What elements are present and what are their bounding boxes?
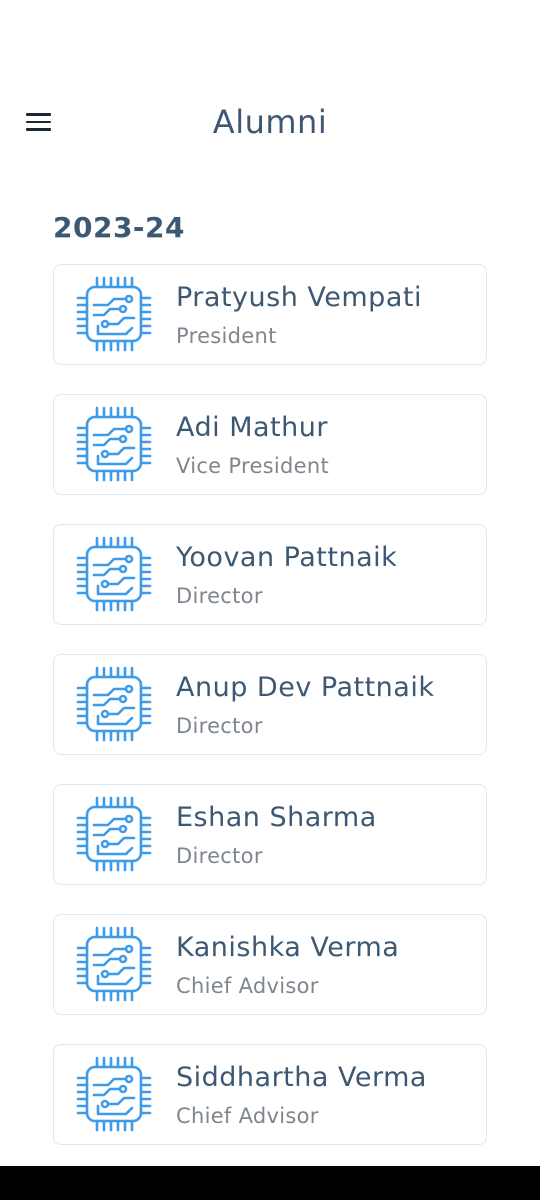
alumni-role: Vice President <box>176 454 330 478</box>
alumni-role: Chief Advisor <box>176 1104 319 1128</box>
alumni-card[interactable]: Adi Mathur Vice President <box>53 394 487 495</box>
circuit-chip-icon <box>74 274 154 354</box>
circuit-chip-icon <box>74 794 154 874</box>
circuit-chip-icon <box>74 664 154 744</box>
alumni-role: President <box>176 324 277 348</box>
alumni-list: Pratyush Vempati President Adi Mathur Vi… <box>53 264 487 1174</box>
alumni-card[interactable]: Anup Dev Pattnaik Director <box>53 654 487 755</box>
alumni-card[interactable]: Eshan Sharma Director <box>53 784 487 885</box>
alumni-role: Director <box>176 584 263 608</box>
alumni-name: Adi Mathur <box>176 412 328 443</box>
circuit-chip-icon <box>74 1054 154 1134</box>
alumni-card[interactable]: Pratyush Vempati President <box>53 264 487 365</box>
alumni-name: Anup Dev Pattnaik <box>176 672 435 703</box>
alumni-name: Siddhartha Verma <box>176 1062 427 1093</box>
alumni-card[interactable]: Kanishka Verma Chief Advisor <box>53 914 487 1015</box>
circuit-chip-icon <box>74 404 154 484</box>
alumni-name: Kanishka Verma <box>176 932 400 963</box>
alumni-name: Yoovan Pattnaik <box>176 542 398 573</box>
circuit-chip-icon <box>74 534 154 614</box>
system-navigation-bar <box>0 1166 540 1200</box>
page-title: Alumni <box>212 103 328 141</box>
alumni-role: Chief Advisor <box>176 974 319 998</box>
circuit-chip-icon <box>74 924 154 1004</box>
alumni-card[interactable]: Yoovan Pattnaik Director <box>53 524 487 625</box>
alumni-name: Eshan Sharma <box>176 802 377 833</box>
alumni-role: Director <box>176 844 263 868</box>
alumni-role: Director <box>176 714 263 738</box>
alumni-name: Pratyush Vempati <box>176 282 422 313</box>
alumni-card[interactable]: Siddhartha Verma Chief Advisor <box>53 1044 487 1145</box>
section-year-heading: 2023-24 <box>53 211 186 244</box>
app-header: Alumni <box>0 90 540 154</box>
